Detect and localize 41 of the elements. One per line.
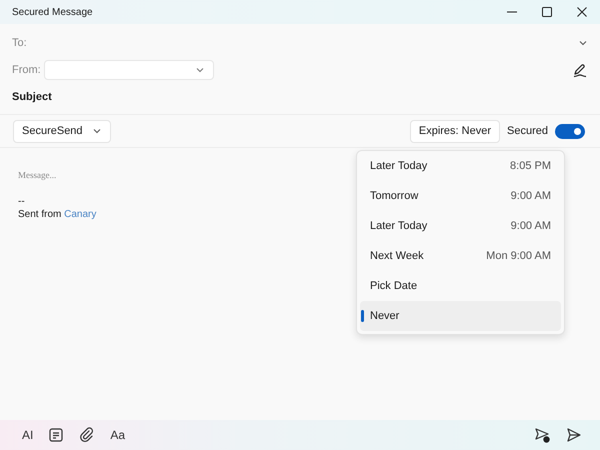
option-label: Never xyxy=(370,310,400,322)
attach-icon[interactable] xyxy=(79,427,96,443)
maximize-icon[interactable] xyxy=(541,6,553,18)
font-button[interactable]: Aa xyxy=(110,428,126,442)
menu-item[interactable]: Pick Date xyxy=(360,271,561,301)
subject-field[interactable]: Subject xyxy=(12,84,588,110)
chevron-icon xyxy=(195,65,205,75)
note-icon[interactable] xyxy=(48,427,64,443)
menu-item[interactable]: Next Week Mon 9:00 AM xyxy=(360,241,561,271)
chevron-icon xyxy=(92,126,102,136)
window-title: Secured Message xyxy=(12,6,93,18)
option-label: Next Week xyxy=(370,250,424,262)
selection-indicator xyxy=(361,310,364,322)
message-field[interactable]: Message... xyxy=(18,170,138,180)
from-label: From: xyxy=(12,64,42,76)
signature-separator: -- xyxy=(18,196,25,207)
option-label: Tomorrow xyxy=(370,190,418,202)
menu-item[interactable]: Tomorrow 9:00 AM xyxy=(360,181,561,211)
option-time: Mon 9:00 AM xyxy=(486,250,551,262)
schedule-send-icon[interactable] xyxy=(534,426,551,444)
menu-item[interactable]: Later Today 9:00 AM xyxy=(360,211,561,241)
option-time: 9:00 AM xyxy=(510,220,551,232)
option-label: Later Today xyxy=(370,160,428,172)
menu-item[interactable]: Later Today 8:05 PM xyxy=(360,151,561,181)
option-label: Later Today xyxy=(370,220,428,232)
option-label: Pick Date xyxy=(370,280,418,292)
menu-item[interactable]: Never xyxy=(360,301,561,331)
to-label: To: xyxy=(12,37,28,49)
close-icon[interactable] xyxy=(576,6,588,18)
canary-link[interactable]: Canary xyxy=(64,209,96,220)
secured-label: Secured xyxy=(507,125,548,137)
option-time: 9:00 AM xyxy=(510,190,551,202)
ai-button[interactable]: AI xyxy=(22,428,34,442)
chevron-icon[interactable] xyxy=(578,38,588,48)
account-dropdown[interactable]: SecureSend xyxy=(13,120,111,142)
signature-text: Sent from Canary xyxy=(18,209,96,220)
expires-button[interactable]: Expires: Never xyxy=(410,120,500,142)
send-icon[interactable] xyxy=(566,427,582,443)
secured-toggle[interactable] xyxy=(555,124,585,138)
option-time: 8:05 PM xyxy=(510,160,551,172)
pen-icon[interactable] xyxy=(572,62,588,78)
